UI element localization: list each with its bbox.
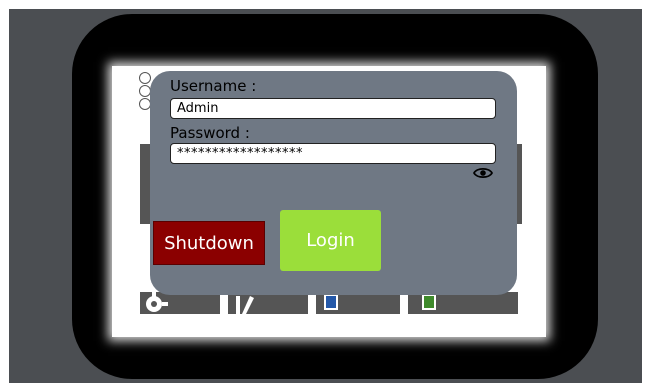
blue-square-icon: [324, 294, 338, 310]
eye-icon[interactable]: [473, 166, 493, 180]
password-label: Password :: [170, 124, 250, 142]
background-tile-pencil: [228, 292, 308, 314]
background-radio-icon: [139, 72, 151, 84]
pencil-icon: [236, 296, 254, 314]
background-tile-green: [408, 292, 518, 314]
green-square-icon: [422, 294, 436, 310]
shutdown-button[interactable]: Shutdown: [153, 221, 265, 265]
login-button[interactable]: Login: [280, 210, 381, 271]
username-label: Username :: [170, 77, 257, 95]
background-tile-blue: [316, 292, 400, 314]
username-input[interactable]: Admin: [170, 98, 496, 119]
login-dialog: Username : Admin Password : ************…: [150, 71, 517, 295]
gear-icon: [146, 292, 168, 312]
password-input[interactable]: ******************: [170, 143, 496, 164]
background-tile-gear: [140, 292, 220, 314]
